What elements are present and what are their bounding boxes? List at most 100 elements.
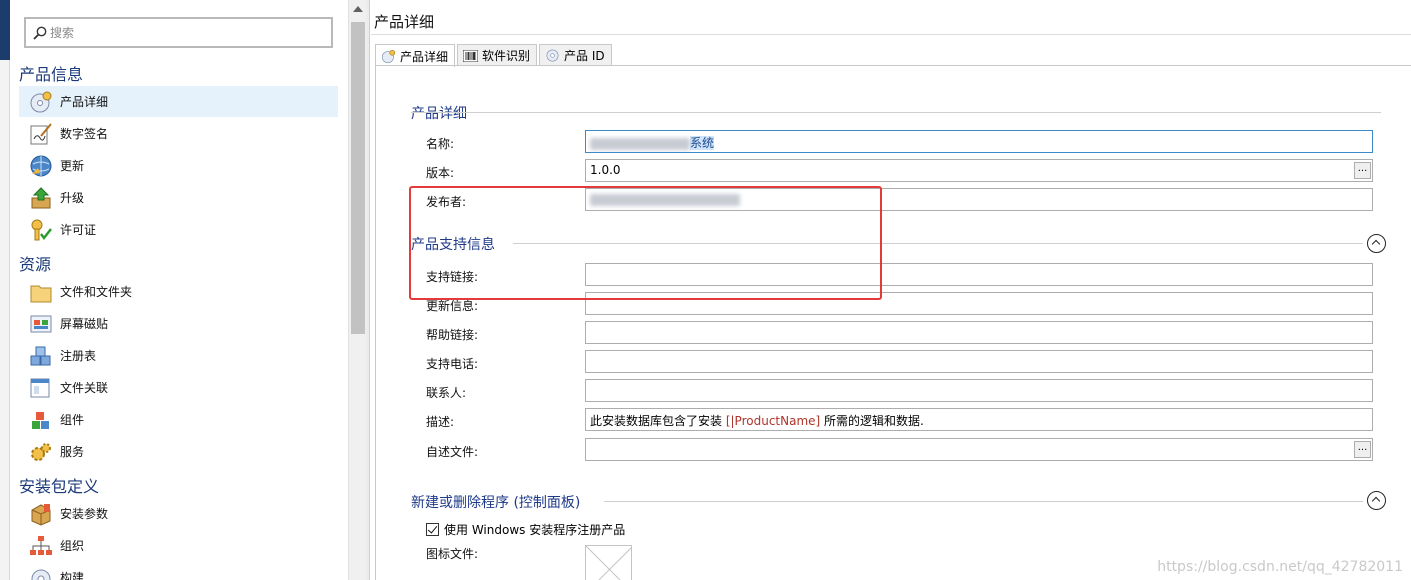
section-title-support-info: 产品支持信息 [411,237,495,253]
support-phone-field[interactable] [585,350,1373,373]
search-input[interactable] [50,23,320,43]
sidebar-item-label: 许可证 [60,223,97,237]
sidebar-item-label: 屏幕磁贴 [60,317,109,331]
sidebar-item-files-folders[interactable]: 文件和文件夹 [19,276,338,307]
version-field[interactable]: 1.0.0 ... [585,159,1373,182]
sidebar-item-upgrade[interactable]: 升级 [19,182,338,213]
support-link-field[interactable] [585,263,1373,286]
barcode-icon [462,48,478,64]
signature-pen-icon [28,121,54,147]
contact-field[interactable] [585,379,1373,402]
description-suffix: 所需的逻辑和数据. [820,414,924,428]
checkbox-checked-icon[interactable] [426,523,439,536]
sidebar-item-services[interactable]: 服务 [19,436,338,467]
sidebar-item-label: 组件 [60,413,85,427]
publisher-field[interactable] [585,188,1373,211]
main-header: 产品详细 [371,7,1411,35]
tab-label: 产品详细 [400,49,449,64]
readme-field[interactable]: ... [585,438,1373,461]
sidebar-item-product-details[interactable]: 产品详细 [19,86,338,117]
cd-gear-icon [380,48,396,64]
sidebar-item-components[interactable]: 组件 [19,404,338,435]
icon-file-preview[interactable] [585,545,632,580]
components-blocks-icon [28,407,54,433]
sidebar-item-digital-signature[interactable]: 数字签名 [19,118,338,149]
search-box[interactable] [24,17,333,48]
folder-icon [28,279,54,305]
sidebar-item-label: 构建 [60,571,85,580]
sidebar-item-file-associations[interactable]: 文件关联 [19,372,338,403]
version-label: 版本: [426,166,455,180]
license-key-icon [28,217,54,243]
sidebar-item-label: 升级 [60,191,85,205]
section-divider [513,243,1363,244]
app-window: 产品信息 产品详细 数字签名 更新 升级 [0,0,1411,580]
left-edge-strip [0,0,10,580]
sidebar-item-label: 文件和文件夹 [60,285,133,299]
registry-cubes-icon [28,343,54,369]
redacted-text [590,137,690,150]
sidebar-scrollbar[interactable] [348,0,366,580]
tab-panel-product-details: 产品详细 名称: 系统 版本: 1.0.0 ... 发布者: 产品支持信息 支持… [375,65,1411,580]
version-browse-button[interactable]: ... [1354,162,1371,179]
disc-id-icon [544,48,560,64]
org-chart-icon [28,533,54,559]
name-field[interactable]: 系统 [585,130,1373,153]
sidebar-item-tiles[interactable]: 屏幕磁贴 [19,308,338,339]
readme-label: 自述文件: [426,445,479,459]
package-box-icon [28,501,54,527]
support-link-label: 支持链接: [426,270,479,284]
sidebar-item-registry[interactable]: 注册表 [19,340,338,371]
group-title-package-definition: 安装包定义 [19,477,100,496]
name-field-value: 系统 [690,136,715,150]
collapse-support-button[interactable] [1367,234,1386,253]
empty-image-icon [586,546,631,580]
tab-label: 软件识别 [482,49,531,63]
tab-software-id[interactable]: 软件识别 [457,44,538,66]
sidebar-item-license[interactable]: 许可证 [19,214,338,245]
build-disc-icon [28,565,54,580]
sidebar-item-label: 服务 [60,445,85,459]
main-panel: 产品详细 产品详细 软件识别 产品 ID 产品详细 名称: 系统 版本: 1.0… [371,0,1411,580]
scroll-up-arrow-icon[interactable] [353,6,363,12]
redacted-text [590,193,740,206]
register-product-checkbox[interactable]: 使用 Windows 安装程序注册产品 [426,521,625,538]
tab-strip: 产品详细 软件识别 产品 ID [375,44,614,67]
description-field[interactable]: 此安装数据库包含了安装 [|ProductName] 所需的逻辑和数据. [585,408,1373,431]
readme-browse-button[interactable]: ... [1354,441,1371,458]
edge-blue-block [0,0,10,60]
tab-product-details[interactable]: 产品详细 [375,44,456,67]
sidebar-item-organization[interactable]: 组织 [19,530,338,561]
update-info-label: 更新信息: [426,299,479,313]
help-link-field[interactable] [585,321,1373,344]
sidebar-item-label: 安装参数 [60,507,109,521]
section-divider [411,112,1381,113]
section-title-add-remove-programs: 新建或删除程序 (控制面板) [411,495,581,511]
services-gear-icon [28,439,54,465]
sidebar-item-label: 文件关联 [60,381,109,395]
icon-file-label: 图标文件: [426,547,479,561]
update-info-field[interactable] [585,292,1373,315]
file-association-icon [28,375,54,401]
help-link-label: 帮助链接: [426,328,479,342]
collapse-arp-button[interactable] [1367,491,1386,510]
tiles-icon [28,311,54,337]
pane-splitter[interactable] [366,0,370,580]
tab-label: 产品 ID [564,49,605,63]
sidebar-item-label: 更新 [60,159,85,173]
section-title-product-details: 产品详细 [411,106,467,122]
sidebar-item-label: 注册表 [60,349,97,363]
sidebar-item-build[interactable]: 构建 [19,562,338,580]
scrollbar-thumb[interactable] [351,22,365,334]
sidebar-item-install-parameters[interactable]: 安装参数 [19,498,338,529]
sidebar-item-updates[interactable]: 更新 [19,150,338,181]
group-title-resources: 资源 [19,255,52,274]
sidebar: 产品信息 产品详细 数字签名 更新 升级 [10,0,348,580]
watermark: https://blog.csdn.net/qq_42782011 [1157,559,1403,575]
description-label: 描述: [426,415,455,429]
page-title: 产品详细 [374,13,435,31]
tab-product-id[interactable]: 产品 ID [539,44,612,66]
sidebar-item-label: 组织 [60,539,85,553]
publisher-label: 发布者: [426,195,467,209]
support-phone-label: 支持电话: [426,357,479,371]
